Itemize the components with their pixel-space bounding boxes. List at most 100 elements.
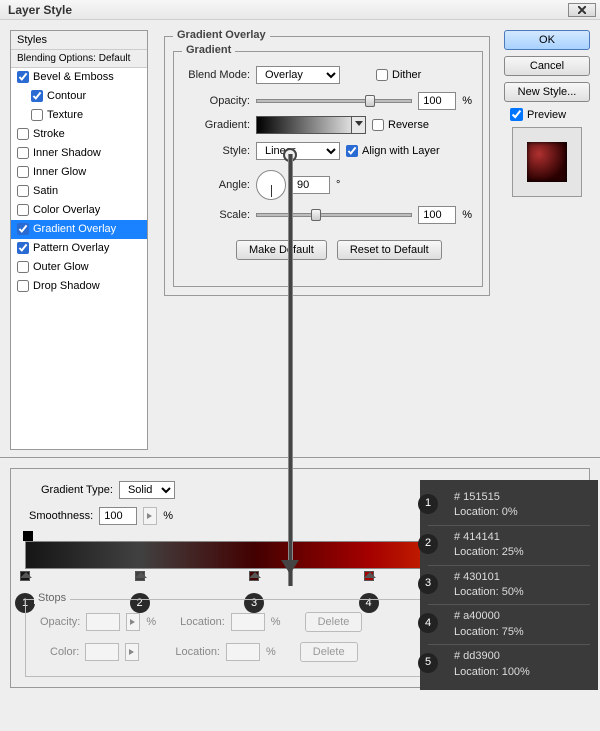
- make-default-button[interactable]: Make Default: [236, 240, 327, 260]
- style-row-drop-shadow[interactable]: Drop Shadow: [11, 277, 147, 296]
- style-checkbox[interactable]: [17, 280, 29, 292]
- style-select[interactable]: Linear: [256, 142, 340, 160]
- style-row-texture[interactable]: Texture: [11, 106, 147, 125]
- style-row-satin[interactable]: Satin: [11, 182, 147, 201]
- blend-mode-row: Blend Mode: Overlay Dither: [184, 66, 421, 84]
- gradient-bar[interactable]: 12345: [25, 541, 483, 569]
- style-checkbox[interactable]: [31, 90, 43, 102]
- style-label: Inner Shadow: [33, 147, 101, 159]
- annotation-arrow: [288, 154, 293, 586]
- triangle-right-icon: [147, 513, 153, 519]
- stop-color-flyout: [125, 643, 139, 661]
- style-row-gradient-overlay[interactable]: Gradient Overlay: [11, 220, 147, 239]
- opacity-slider[interactable]: [256, 99, 412, 103]
- style-row-inner-glow[interactable]: Inner Glow: [11, 163, 147, 182]
- style-checkbox[interactable]: [17, 71, 29, 83]
- stop-color-label: Color:: [50, 646, 79, 658]
- gradient-dropdown-button[interactable]: [351, 117, 365, 133]
- reset-default-button[interactable]: Reset to Default: [337, 240, 442, 260]
- style-checkbox[interactable]: [17, 204, 29, 216]
- annotation-hex: # 151515: [454, 490, 590, 505]
- preview-thumbnail: [512, 127, 582, 197]
- annotation-location: Location: 100%: [454, 665, 590, 680]
- delete-opacity-stop-button: Delete: [305, 612, 363, 632]
- annotation-item-2: 2# 414141Location: 25%: [428, 526, 590, 566]
- reverse-checkbox[interactable]: Reverse: [372, 119, 429, 131]
- top-panel: Styles Blending Options: Default Bevel &…: [0, 20, 600, 458]
- style-checkbox[interactable]: [17, 185, 29, 197]
- annotation-badge: 4: [418, 613, 438, 633]
- stops-group: Stops Opacity: % Location: % Delete Colo…: [25, 599, 483, 677]
- color-stop-2[interactable]: [135, 571, 145, 581]
- style-row-contour[interactable]: Contour: [11, 87, 147, 106]
- style-row-inner-shadow[interactable]: Inner Shadow: [11, 144, 147, 163]
- style-label: Style:: [184, 145, 250, 157]
- stop-opacity-label: Opacity:: [40, 616, 80, 628]
- gradient-strip[interactable]: [25, 541, 483, 569]
- annotation-location: Location: 50%: [454, 585, 590, 600]
- styles-header[interactable]: Styles: [11, 31, 147, 50]
- scale-value[interactable]: 100: [418, 206, 456, 224]
- color-stop-1[interactable]: [20, 571, 30, 581]
- style-checkbox[interactable]: [31, 109, 43, 121]
- smoothness-flyout[interactable]: [143, 507, 157, 525]
- annotation-item-4: 4# a40000Location: 75%: [428, 605, 590, 645]
- stop-opacity-flyout: [126, 613, 140, 631]
- blend-mode-select[interactable]: Overlay: [256, 66, 340, 84]
- align-checkbox[interactable]: Align with Layer: [346, 145, 440, 157]
- delete-color-stop-button: Delete: [300, 642, 358, 662]
- style-label: Gradient Overlay: [33, 223, 116, 235]
- stop-location-field-2: [226, 643, 260, 661]
- style-checkbox[interactable]: [17, 261, 29, 273]
- stop-color-row: Color: Location: % Delete: [50, 642, 358, 662]
- style-label: Outer Glow: [33, 261, 89, 273]
- angle-label: Angle:: [184, 179, 250, 191]
- color-stop-3[interactable]: [249, 571, 259, 581]
- style-checkbox[interactable]: [17, 128, 29, 140]
- angle-wheel[interactable]: [256, 170, 286, 200]
- style-row-color-overlay[interactable]: Color Overlay: [11, 201, 147, 220]
- gradient-swatch[interactable]: [256, 116, 366, 134]
- annotation-badge: 1: [418, 494, 438, 514]
- angle-row: Angle: 90 °: [184, 170, 340, 200]
- annotation-box: 1 # 151515Location: 0% 2# 414141Location: …: [420, 480, 598, 690]
- gradient-type-select[interactable]: Solid: [119, 481, 175, 499]
- preview-checkbox[interactable]: Preview: [510, 108, 590, 121]
- opacity-value[interactable]: 100: [418, 92, 456, 110]
- style-row-outer-glow[interactable]: Outer Glow: [11, 258, 147, 277]
- blending-options-row[interactable]: Blending Options: Default: [11, 50, 147, 68]
- ok-button[interactable]: OK: [504, 30, 590, 50]
- style-checkbox[interactable]: [17, 242, 29, 254]
- gradient-subgroup: Gradient Blend Mode: Overlay Dither Opac…: [173, 51, 483, 287]
- opacity-stop-left[interactable]: [23, 531, 33, 541]
- style-label: Pattern Overlay: [33, 242, 109, 254]
- blend-mode-label: Blend Mode:: [184, 69, 250, 81]
- cancel-button[interactable]: Cancel: [504, 56, 590, 76]
- annotation-location: Location: 0%: [454, 505, 590, 520]
- style-row-bevel-emboss[interactable]: Bevel & Emboss: [11, 68, 147, 87]
- annotation-badge: 3: [418, 574, 438, 594]
- close-button[interactable]: [568, 3, 596, 17]
- scale-slider[interactable]: [256, 213, 412, 217]
- style-label: Bevel & Emboss: [33, 71, 114, 83]
- angle-value[interactable]: 90: [292, 176, 330, 194]
- dialog-buttons: OK Cancel New Style... Preview: [504, 30, 590, 197]
- style-checkbox[interactable]: [17, 223, 29, 235]
- style-row: Style: Linear Align with Layer: [184, 142, 440, 160]
- dither-checkbox[interactable]: Dither: [376, 69, 421, 81]
- triangle-right-icon: [129, 649, 135, 655]
- smoothness-value[interactable]: 100: [99, 507, 137, 525]
- annotation-badge: 5: [418, 653, 438, 673]
- style-row-stroke[interactable]: Stroke: [11, 125, 147, 144]
- annotation-hex: # a40000: [454, 609, 590, 624]
- color-stop-4[interactable]: [364, 571, 374, 581]
- subgroup-title: Gradient: [182, 44, 235, 56]
- style-checkbox[interactable]: [17, 147, 29, 159]
- stop-color-swatch: [85, 643, 119, 661]
- annotation-location: Location: 75%: [454, 625, 590, 640]
- style-row-pattern-overlay[interactable]: Pattern Overlay: [11, 239, 147, 258]
- stops-title: Stops: [34, 592, 70, 604]
- new-style-button[interactable]: New Style...: [504, 82, 590, 102]
- style-label: Satin: [33, 185, 58, 197]
- style-checkbox[interactable]: [17, 166, 29, 178]
